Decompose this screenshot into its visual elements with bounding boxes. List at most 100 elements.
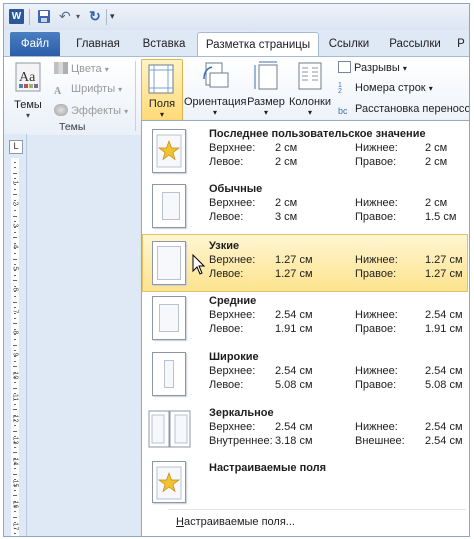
word-logo-icon[interactable]: W [9, 9, 24, 24]
margin-label: Верхнее: [209, 254, 256, 266]
ruler-tick [13, 301, 17, 303]
ruler-number: 9 [11, 352, 19, 356]
line-numbers-button[interactable]: 1 2 Номера строк ▾ [338, 82, 433, 95]
ruler-number: 15 [11, 479, 19, 487]
ruler-tick [14, 446, 16, 448]
margin-value: 3 см [275, 211, 298, 223]
ruler-number: 7 [11, 309, 19, 313]
tab-insert[interactable]: Вставка [136, 32, 192, 56]
undo-icon[interactable]: ↶ [59, 9, 73, 24]
ruler-number: 12 [11, 414, 19, 423]
margin-label: Верхнее: [209, 421, 256, 433]
margin-label: Нижнее: [355, 142, 398, 154]
margins-narrow-icon [152, 241, 186, 285]
margins-dropdown-icon: ▾ [159, 110, 164, 119]
margin-value: 2.54 см [425, 365, 463, 377]
ruler-tick [13, 215, 17, 217]
themes-button[interactable]: Aa Темы ▾ [10, 61, 46, 120]
ruler-tick [14, 231, 16, 233]
vertical-ruler[interactable]: L 1 2 3 4 5 6 7 8 9 10 11 12 13 14 15 16 17 [4, 134, 27, 536]
tab-home[interactable]: Главная [66, 32, 130, 56]
margin-label: Нижнее: [355, 197, 398, 209]
ruler-tick [14, 296, 16, 298]
margin-label: Верхнее: [209, 197, 256, 209]
hyphenation-button[interactable]: bc Расстановка переносов [338, 103, 469, 118]
line-numbers-icon: 12 [338, 82, 342, 95]
columns-icon [286, 61, 334, 94]
ruler-number: 3 [11, 223, 19, 227]
ribbon-tabs: Файл Главная Вставка Разметка страницы С… [4, 32, 469, 57]
margin-value: 2.54 см [275, 421, 313, 433]
margin-value: 1.91 см [275, 323, 313, 335]
size-button[interactable]: Размер ▾ [246, 61, 286, 117]
margin-label: Верхнее: [209, 365, 256, 377]
ruler-number: 13 [11, 436, 19, 444]
breaks-button[interactable]: Разрывы ▾ [338, 61, 407, 74]
margin-label: Внутреннее: [209, 435, 273, 447]
save-icon[interactable] [37, 9, 51, 24]
margins-option-mirrored[interactable]: Зеркальное Верхнее: 2.54 см Нижнее: 2.54 см В… [143, 402, 467, 458]
ruler-tick [14, 253, 16, 255]
margins-button[interactable]: Поля ▾ [141, 59, 183, 123]
tab-file[interactable]: Файл [10, 32, 60, 56]
themes-dropdown-icon: ▾ [25, 111, 30, 120]
ruler-tick [14, 167, 16, 169]
margins-option-narrow[interactable]: Узкие Верхнее: 1.27 см Нижнее: 1.27 см Левое:… [142, 234, 468, 292]
margin-value: 2.54 см [275, 365, 313, 377]
ruler-tick [13, 473, 17, 475]
ruler-tick [14, 162, 16, 163]
breaks-label: Разрывы [354, 62, 400, 74]
font-icon: A [54, 86, 62, 97]
margin-value: 2.54 см [425, 421, 463, 433]
margins-option-title: Широкие [209, 351, 259, 363]
margin-value: 2 см [425, 142, 448, 154]
tab-mailings[interactable]: Рассылки [382, 32, 448, 56]
custom-margins-menu-item[interactable]: Настраиваемые поля... [176, 516, 295, 528]
margins-option-moderate[interactable]: Средние Верхнее: 2.54 см Нижнее: 2.54 см Лево… [143, 290, 467, 346]
margin-label: Внешнее: [355, 435, 405, 447]
columns-button[interactable]: Колонки ▾ [286, 61, 334, 117]
tab-references[interactable]: Ссылки [322, 32, 376, 56]
repeat-icon[interactable]: ↻ [89, 9, 103, 24]
line-numbers-label: Номера строк [355, 82, 426, 94]
ruler-number: 11 [11, 393, 19, 401]
margin-value: 2 см [275, 197, 298, 209]
margins-option-wide[interactable]: Широкие Верхнее: 2.54 см Нижнее: 2.54 см Лево… [143, 346, 467, 402]
margins-wide-icon [152, 352, 186, 396]
theme-colors-label: Цвета [71, 63, 102, 75]
ruler-number: 16 [11, 500, 19, 509]
orientation-dropdown-icon: ▾ [212, 108, 217, 117]
margins-option-title: Зеркальное [209, 407, 274, 419]
undo-dropdown-icon[interactable]: ▾ [76, 9, 82, 24]
margins-option-normal[interactable]: Обычные Верхнее: 2 см Нижнее: 2 см Левое: 3 см… [143, 178, 467, 234]
star-icon [152, 461, 186, 503]
ruler-number: 10 [11, 371, 19, 380]
orientation-button[interactable]: Ориентация ▾ [184, 61, 246, 117]
margin-value: 2 см [425, 156, 448, 168]
tab-review[interactable]: Р [454, 32, 468, 56]
tab-page-layout[interactable]: Разметка страницы [197, 32, 319, 57]
theme-fonts-button[interactable]: A Шрифты ▾ [54, 83, 122, 98]
margin-value: 2 см [275, 142, 298, 154]
ruler-tick [13, 452, 17, 454]
margin-label: Нижнее: [355, 309, 398, 321]
margin-label: Правое: [355, 156, 397, 168]
ruler-tick [13, 516, 17, 518]
theme-effects-button[interactable]: Эффекты ▾ [54, 104, 128, 117]
theme-colors-button[interactable]: Цвета ▾ [54, 62, 109, 75]
qat-divider [29, 9, 30, 25]
effects-icon [54, 104, 68, 116]
ruler-tick [13, 344, 17, 346]
margin-label: Нижнее: [355, 365, 398, 377]
tab-selector[interactable]: L [9, 140, 23, 154]
orientation-label: Ориентация [184, 96, 247, 108]
accelerator-key: Н [176, 516, 184, 528]
ruler-tick [13, 280, 17, 282]
ruler-tick [13, 495, 17, 497]
ruler-tick [14, 489, 16, 491]
margin-label: Правое: [355, 323, 397, 335]
margins-option-custom[interactable]: Настраиваемые поля [143, 457, 467, 513]
customize-qat-icon[interactable]: ▾ [110, 9, 120, 24]
ruler-tick [13, 409, 17, 411]
margins-option-last-custom[interactable]: Последнее пользовательское значение Верхн… [143, 123, 467, 179]
